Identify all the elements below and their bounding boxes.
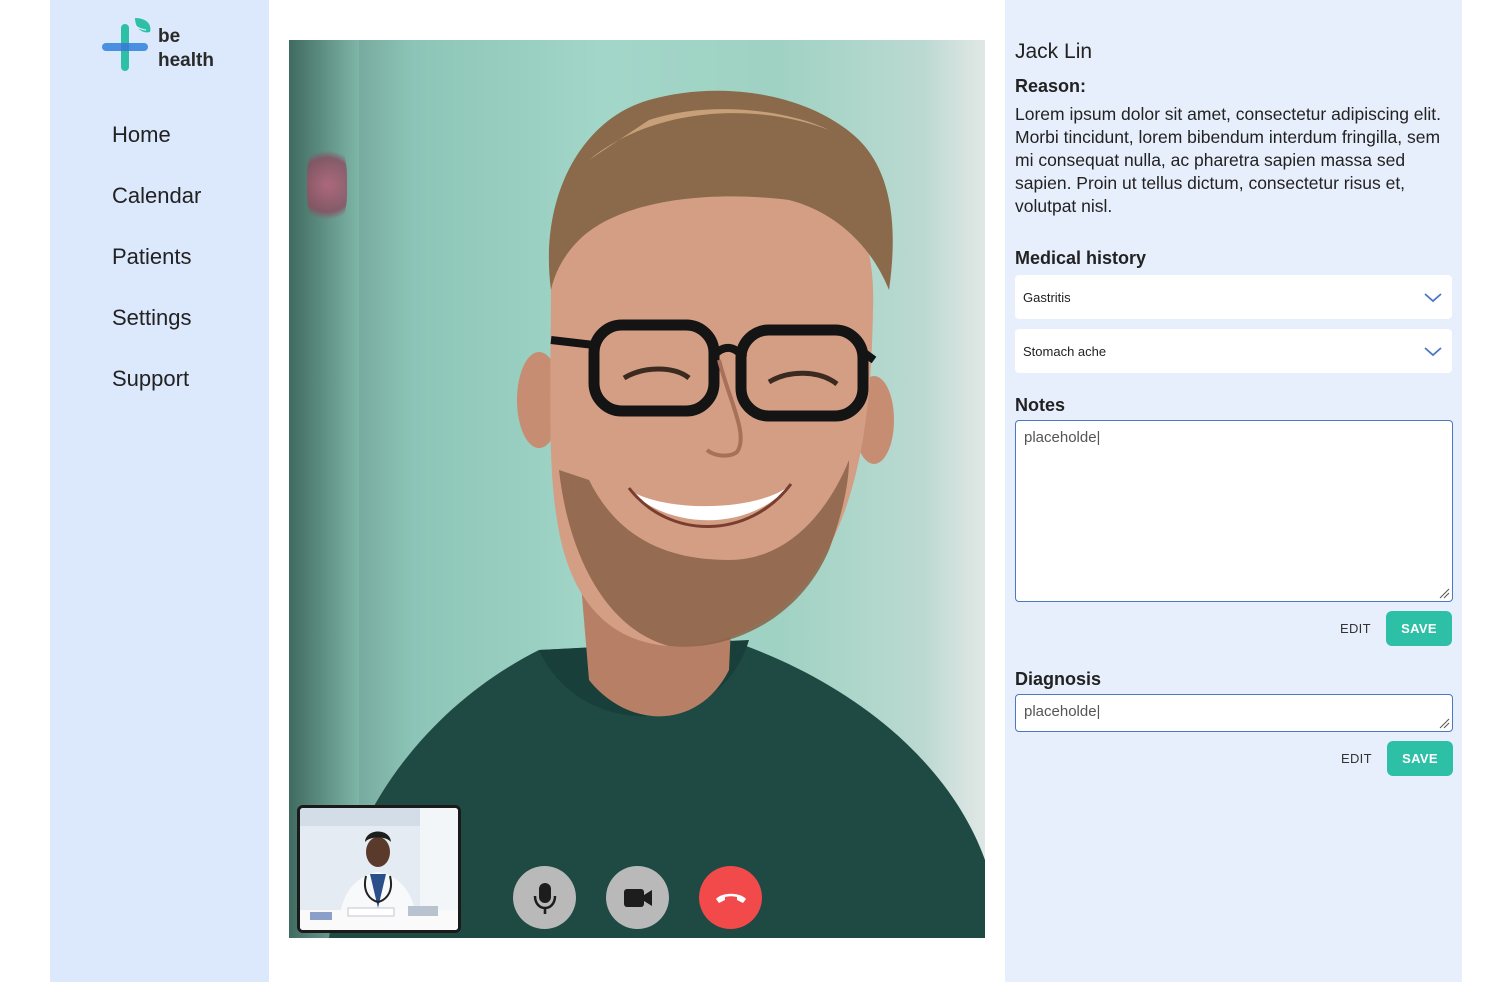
medical-history-value-1: Gastritis (1023, 289, 1071, 305)
medical-history-select-2[interactable]: Stomach ache (1015, 329, 1452, 373)
patient-portrait (329, 90, 985, 938)
sidebar-nav: Home Calendar Patients Settings Support (112, 118, 201, 423)
brand-name-line2: health (158, 50, 214, 71)
patient-video-feed (289, 40, 985, 938)
medical-history-value-2: Stomach ache (1023, 343, 1107, 359)
toggle-camera-button[interactable] (606, 866, 669, 929)
diagnosis-edit-button[interactable]: EDIT (1341, 751, 1372, 766)
sidebar-item-settings[interactable]: Settings (112, 301, 201, 362)
mute-microphone-button[interactable] (513, 866, 576, 929)
sidebar-item-support[interactable]: Support (112, 362, 201, 423)
notes-label: Notes (1015, 395, 1066, 415)
brand-logo[interactable]: be health (102, 16, 232, 74)
end-call-button[interactable] (699, 866, 762, 929)
chevron-down-icon (1424, 347, 1442, 357)
medical-history-select-1[interactable]: Gastritis (1015, 275, 1452, 319)
video-camera-icon (623, 888, 652, 907)
doctor-portrait (300, 808, 458, 930)
brand-name-line1: be (158, 26, 181, 47)
notes-edit-button[interactable]: EDIT (1340, 621, 1371, 636)
resize-handle-icon[interactable] (1438, 587, 1450, 599)
patient-details-panel: Jack Lin Reason: Lorem ipsum dolor sit a… (1005, 0, 1462, 982)
resize-handle-icon[interactable] (1438, 717, 1450, 729)
sidebar-item-patients[interactable]: Patients (112, 240, 201, 301)
diagnosis-textarea[interactable]: placeholde| (1015, 694, 1453, 732)
reason-text: Lorem ipsum dolor sit amet, consectetur … (1015, 104, 1442, 216)
microphone-icon (533, 882, 556, 914)
end-call-icon (715, 893, 746, 903)
diagnosis-value: placeholde| (1024, 703, 1101, 720)
diagnosis-label: Diagnosis (1015, 669, 1102, 689)
notes-save-button[interactable]: SAVE (1386, 611, 1452, 646)
notes-textarea[interactable]: placeholde| (1015, 420, 1453, 602)
chevron-down-icon (1424, 293, 1442, 303)
reason-label: Reason: (1015, 76, 1087, 96)
self-view-thumbnail[interactable] (297, 805, 461, 933)
medical-history-label: Medical history (1015, 248, 1147, 268)
brand-name: be health (158, 25, 214, 73)
sidebar-item-calendar[interactable]: Calendar (112, 179, 201, 240)
notes-value: placeholde| (1024, 429, 1101, 446)
health-cross-icon (102, 18, 151, 71)
sidebar-item-home[interactable]: Home (112, 118, 201, 179)
sidebar: be health Home Calendar Patients Setting… (50, 0, 269, 982)
patient-name: Jack Lin (1015, 40, 1093, 63)
diagnosis-save-button[interactable]: SAVE (1387, 741, 1453, 776)
